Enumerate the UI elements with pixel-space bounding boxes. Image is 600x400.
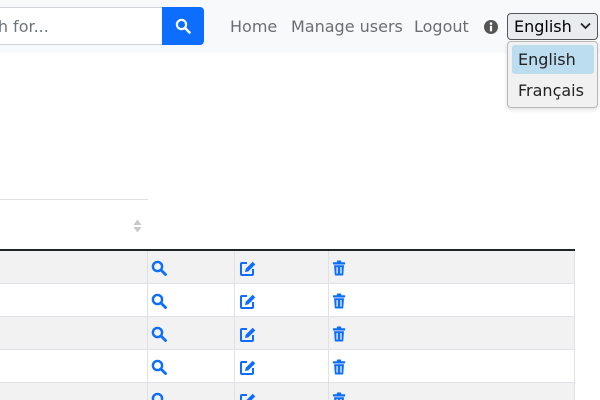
table-cell-divider (234, 383, 235, 400)
search-icon[interactable] (151, 392, 167, 400)
info-icon[interactable] (484, 20, 498, 34)
edit-icon[interactable] (239, 260, 256, 276)
table-cell-divider (234, 317, 235, 349)
table-cell-divider (328, 383, 329, 400)
table-row (0, 251, 575, 284)
table-cell-divider (234, 350, 235, 382)
sort-icon[interactable] (133, 219, 142, 233)
language-select[interactable]: English (507, 13, 598, 40)
table-cell-divider (574, 350, 575, 382)
table-cell-divider (574, 383, 575, 400)
trash-icon[interactable] (332, 293, 347, 309)
edit-icon[interactable] (239, 326, 256, 342)
edit-icon[interactable] (239, 359, 256, 375)
edit-icon[interactable] (239, 392, 256, 400)
table-cell-divider (147, 317, 148, 349)
trash-icon[interactable] (332, 260, 347, 276)
trash-icon[interactable] (332, 326, 347, 342)
table-cell-divider (147, 284, 148, 316)
language-dropdown: English Français (507, 41, 598, 108)
table-cell-divider (574, 317, 575, 349)
nav-link-home[interactable]: Home (230, 17, 277, 37)
table-cell-divider (328, 317, 329, 349)
trash-icon[interactable] (332, 392, 347, 400)
table-cell-divider (328, 350, 329, 382)
table-cell-divider (574, 284, 575, 316)
language-option-francais[interactable]: Français (512, 76, 594, 105)
search-icon[interactable] (151, 260, 167, 276)
table-cell-divider (328, 251, 329, 283)
search-icon[interactable] (151, 293, 167, 309)
table-cell-divider (147, 350, 148, 382)
table-header-divider (0, 199, 148, 200)
table-cell-divider (574, 251, 575, 283)
search-icon[interactable] (151, 326, 167, 342)
nav-link-logout[interactable]: Logout (414, 17, 469, 37)
table-cell-divider (234, 284, 235, 316)
table-row (0, 383, 575, 400)
trash-icon[interactable] (332, 359, 347, 375)
nav-link-manage-users[interactable]: Manage users (291, 17, 403, 37)
table-cell-divider (147, 383, 148, 400)
app-root: Home Manage users Logout English English… (0, 0, 600, 400)
search-input[interactable] (0, 7, 162, 45)
table-row (0, 317, 575, 350)
table-cell-divider (234, 251, 235, 283)
language-option-english[interactable]: English (512, 45, 594, 74)
search-button[interactable] (162, 7, 204, 45)
language-select-value: English (514, 17, 572, 36)
table-cell-divider (328, 284, 329, 316)
table-row (0, 350, 575, 383)
search-icon (175, 18, 191, 34)
table-cell-divider (147, 251, 148, 283)
edit-icon[interactable] (239, 293, 256, 309)
table-row (0, 284, 575, 317)
chevron-down-icon (580, 22, 591, 30)
search-icon[interactable] (151, 359, 167, 375)
